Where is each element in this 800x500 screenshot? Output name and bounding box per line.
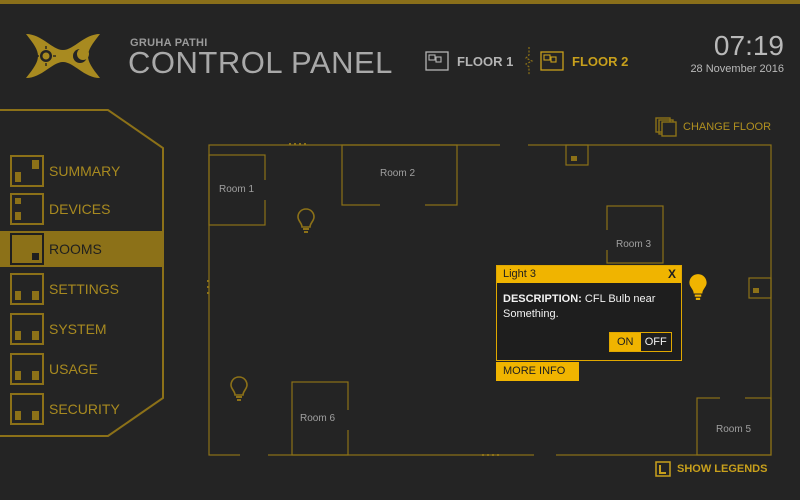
sidebar-item-settings[interactable]: SETTINGS — [0, 271, 163, 307]
top-accent-line — [0, 0, 800, 4]
popup-header: Light 3 X — [497, 266, 681, 283]
sidebar-item-summary[interactable]: SUMMARY — [0, 153, 163, 189]
sidebar-item-devices[interactable]: DEVICES — [0, 191, 163, 227]
sidebar-item-rooms[interactable]: ROOMS — [0, 231, 163, 267]
change-floor-label: CHANGE FLOOR — [683, 121, 772, 133]
usage-icon — [10, 353, 44, 385]
tab-floor-1[interactable]: FLOOR 1 — [425, 48, 513, 74]
sidebar-item-system[interactable]: SYSTEM — [0, 311, 163, 347]
show-legends-label: SHOW LEGENDS — [677, 463, 768, 475]
sidebar-item-label: DEVICES — [49, 201, 111, 217]
sidebar-item-label: SYSTEM — [49, 321, 107, 337]
light-details-popup: Light 3 X DESCRIPTION: CFL Bulb near Som… — [496, 265, 682, 361]
popup-title: Light 3 — [503, 268, 537, 280]
toggle-off-button[interactable]: OFF — [641, 333, 672, 351]
light-bulb-icon[interactable] — [230, 376, 248, 402]
sidebar-item-label: SECURITY — [49, 401, 120, 417]
system-icon — [10, 313, 44, 345]
floor-plan-icon — [540, 51, 564, 71]
more-info-button[interactable]: MORE INFO — [496, 362, 579, 381]
close-icon[interactable]: X — [668, 267, 676, 281]
legend-icon — [655, 461, 671, 477]
sidebar-item-label: USAGE — [49, 361, 99, 377]
sidebar-item-label: SUMMARY — [49, 163, 121, 179]
change-floor-button[interactable]: CHANGE FLOOR — [655, 117, 771, 137]
room-3-outline — [606, 205, 664, 264]
toggle-on-button[interactable]: ON — [610, 333, 641, 351]
show-legends-button[interactable]: SHOW LEGENDS — [655, 461, 767, 477]
room-2-label[interactable]: Room 2 — [380, 168, 415, 179]
power-toggle[interactable]: ON OFF — [609, 332, 672, 352]
sidebar-item-usage[interactable]: USAGE — [0, 351, 163, 387]
light-bulb-icon[interactable] — [297, 208, 315, 234]
clock-date: 28 November 2016 — [690, 63, 784, 75]
description-label: DESCRIPTION: — [503, 293, 582, 305]
clock-time: 07:19 — [713, 30, 784, 61]
rooms-icon — [10, 233, 44, 265]
tab-floor-1-label: FLOOR 1 — [457, 53, 514, 69]
room-5-label[interactable]: Room 5 — [716, 424, 751, 435]
sidebar-item-label: SETTINGS — [49, 281, 120, 297]
room-6-label[interactable]: Room 6 — [300, 413, 335, 424]
gruha-pathi-logo-icon — [26, 34, 100, 78]
devices-icon — [10, 193, 44, 225]
popup-description: DESCRIPTION: CFL Bulb near Something. — [497, 283, 681, 322]
floor-separator-icon — [524, 47, 534, 75]
sidebar-item-label: ROOMS — [49, 241, 102, 257]
floor-plan-icon — [425, 51, 449, 71]
floor-outline — [208, 144, 772, 456]
summary-icon — [10, 155, 44, 187]
room-3-label[interactable]: Room 3 — [616, 239, 651, 250]
page-title: CONTROL PANEL — [128, 45, 393, 80]
sidebar-item-security[interactable]: SECURITY — [0, 391, 163, 427]
change-floor-icon — [655, 117, 677, 137]
settings-icon — [10, 273, 44, 305]
security-icon — [10, 393, 44, 425]
room-1-label[interactable]: Room 1 — [219, 184, 254, 195]
light-3-bulb-icon[interactable] — [688, 273, 708, 301]
